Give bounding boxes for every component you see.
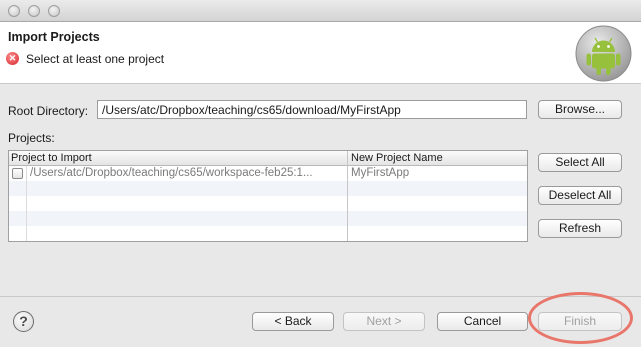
empty-row <box>9 196 527 211</box>
table-row[interactable]: /Users/atc/Dropbox/teaching/cs65/workspa… <box>9 166 527 181</box>
dialog-header: Import Projects ✕ Select at least one pr… <box>0 22 641 84</box>
finish-button[interactable]: Finish <box>538 312 622 331</box>
empty-row <box>9 181 527 196</box>
minimize-window-button[interactable] <box>28 5 40 17</box>
close-window-button[interactable] <box>8 5 20 17</box>
back-button[interactable]: < Back <box>252 312 334 331</box>
project-name-cell: MyFirstApp <box>351 167 410 179</box>
refresh-button[interactable]: Refresh <box>538 219 622 238</box>
footer-divider <box>0 296 641 297</box>
window-titlebar <box>0 0 641 22</box>
table-header: Project to Import New Project Name <box>9 151 527 166</box>
error-icon: ✕ <box>6 52 19 65</box>
project-checkbox[interactable] <box>12 168 23 179</box>
cancel-button[interactable]: Cancel <box>437 312 528 331</box>
empty-row <box>9 226 527 241</box>
column-divider <box>347 151 348 241</box>
browse-button[interactable]: Browse... <box>538 100 622 119</box>
deselect-all-button[interactable]: Deselect All <box>538 186 622 205</box>
column-header-project-to-import[interactable]: Project to Import <box>11 152 92 165</box>
column-header-new-project-name[interactable]: New Project Name <box>351 152 443 165</box>
projects-label: Projects: <box>8 131 55 145</box>
root-directory-label: Root Directory: <box>8 104 89 118</box>
dialog-message: Select at least one project <box>26 52 165 66</box>
empty-row <box>9 211 527 226</box>
next-button[interactable]: Next > <box>343 312 425 331</box>
dialog-title: Import Projects <box>8 30 100 44</box>
select-all-button[interactable]: Select All <box>538 153 622 172</box>
android-logo-icon <box>575 25 632 82</box>
project-path-cell: /Users/atc/Dropbox/teaching/cs65/workspa… <box>30 167 313 179</box>
zoom-window-button[interactable] <box>48 5 60 17</box>
help-icon[interactable]: ? <box>13 311 34 332</box>
column-divider <box>26 166 27 241</box>
root-directory-input[interactable]: /Users/atc/Dropbox/teaching/cs65/downloa… <box>97 100 527 119</box>
projects-table: Project to Import New Project Name /User… <box>8 150 528 242</box>
